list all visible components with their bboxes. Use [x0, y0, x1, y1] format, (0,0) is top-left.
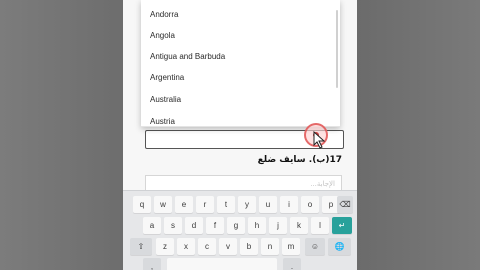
key-d[interactable]: d — [185, 217, 203, 234]
key-c[interactable]: c — [198, 238, 216, 255]
right-blur-panel — [357, 0, 480, 270]
keyboard-row-1: q w e r t y u i o p ⌫ — [123, 196, 357, 214]
key-v[interactable]: v — [219, 238, 237, 255]
key-comma[interactable]: , — [143, 258, 161, 270]
keyboard-row-2: a s d f g h j k l ↵ — [123, 217, 357, 235]
key-w[interactable]: w — [154, 196, 172, 213]
dropdown-item-australia[interactable]: Australia — [150, 95, 181, 104]
enter-icon[interactable]: ↵ — [332, 217, 352, 234]
key-x[interactable]: x — [177, 238, 195, 255]
key-a[interactable]: a — [143, 217, 161, 234]
key-f[interactable]: f — [206, 217, 224, 234]
keyboard-row-3: ⇧ z x c v b n m ☺ 🌐 — [123, 238, 357, 256]
shift-icon[interactable]: ⇧ — [130, 238, 152, 255]
key-period[interactable]: . — [283, 258, 301, 270]
key-j[interactable]: j — [269, 217, 287, 234]
on-screen-keyboard: q w e r t y u i o p ⌫ a s d f g h j k l … — [123, 190, 357, 270]
backspace-icon[interactable]: ⌫ — [337, 196, 353, 213]
key-i[interactable]: i — [280, 196, 298, 213]
key-z[interactable]: z — [156, 238, 174, 255]
key-b[interactable]: b — [240, 238, 258, 255]
dropdown-item-andorra[interactable]: Andorra — [150, 10, 178, 19]
dropdown-item-antigua-and-barbuda[interactable]: Antigua and Barbuda — [150, 52, 225, 61]
key-u[interactable]: u — [259, 196, 277, 213]
keyboard-row-4: , . — [123, 258, 357, 270]
key-y[interactable]: y — [238, 196, 256, 213]
dropdown-item-angola[interactable]: Angola — [150, 31, 175, 40]
dropdown-item-argentina[interactable]: Argentina — [150, 73, 184, 82]
key-n[interactable]: n — [261, 238, 279, 255]
dropdown-scrollbar[interactable] — [336, 10, 338, 88]
space-key[interactable] — [167, 258, 277, 270]
key-s[interactable]: s — [164, 217, 182, 234]
left-blur-panel — [0, 0, 123, 270]
key-g[interactable]: g — [227, 217, 245, 234]
dropdown-item-austria[interactable]: Austria — [150, 117, 175, 126]
country-dropdown-list[interactable]: Andorra Angola Antigua and Barbuda Argen… — [141, 0, 340, 127]
key-t[interactable]: t — [217, 196, 235, 213]
key-h[interactable]: h — [248, 217, 266, 234]
emoji-icon[interactable]: ☺ — [305, 238, 325, 255]
key-e[interactable]: e — [175, 196, 193, 213]
language-icon[interactable]: 🌐 — [328, 238, 351, 255]
question-label: 17(ب). سايف ضلع — [257, 155, 342, 165]
mouse-pointer-icon — [313, 131, 326, 149]
phone-screen: 17(ب). سايف ضلع الإجابة... Andorra Angol… — [123, 0, 357, 270]
key-r[interactable]: r — [196, 196, 214, 213]
key-l[interactable]: l — [311, 217, 329, 234]
key-q[interactable]: q — [133, 196, 151, 213]
key-o[interactable]: o — [301, 196, 319, 213]
key-k[interactable]: k — [290, 217, 308, 234]
key-m[interactable]: m — [282, 238, 300, 255]
